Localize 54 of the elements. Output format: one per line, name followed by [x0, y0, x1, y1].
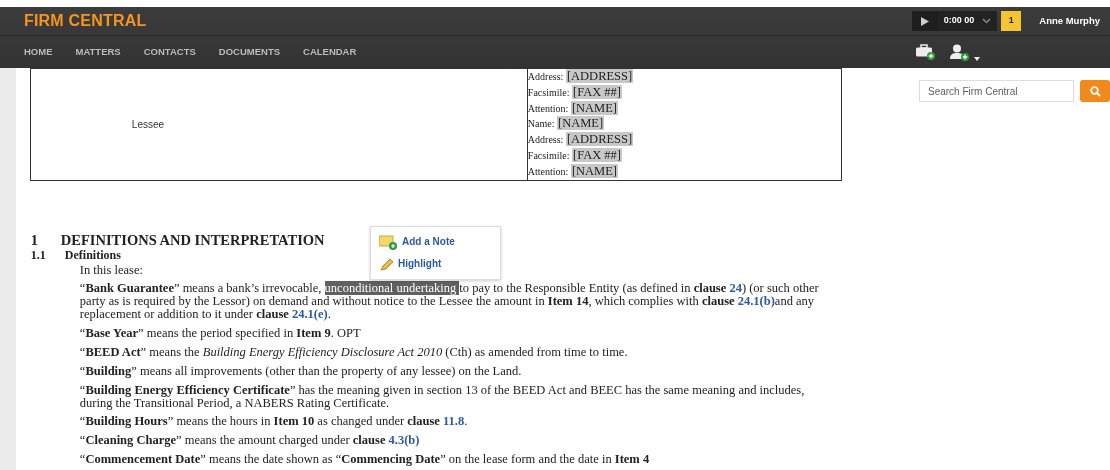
user-menu[interactable]: Anne Murphy — [1039, 13, 1100, 29]
clause-link[interactable]: 24 — [729, 281, 742, 296]
subsection-title: Definitions — [64, 247, 121, 262]
definition-paragraph: “Commencement Date” means the date shown as “Commencing Date” on the lease form and the date in Item 4 — [79, 452, 650, 466]
nav-link[interactable]: CALENDAR — [303, 44, 357, 60]
clause-link[interactable]: 24.1(b) — [737, 294, 775, 309]
definition-paragraph: “Base Year” means the period specified in Item 9. OPT — [79, 327, 361, 341]
search-icon — [1089, 85, 1101, 97]
field-value: [NAME] — [570, 163, 619, 178]
nav-link[interactable]: CONTACTS — [143, 44, 196, 60]
clause-link[interactable]: 24.1(e) — [291, 307, 328, 322]
play-icon — [920, 16, 929, 26]
menu-item[interactable]: Highlight — [371, 253, 500, 275]
clause-link[interactable]: 4.3(b) — [388, 433, 420, 448]
brand-logo[interactable]: FIRM CENTRAL — [0, 9, 147, 33]
definition-paragraph: “Building Hours” means the hours in Item 10 as changed under clause 11.8. — [79, 415, 468, 429]
briefcase-add-icon[interactable] — [916, 44, 937, 60]
subsection-number: 1.1 — [30, 247, 47, 262]
table-cell: Lessee — [30, 68, 528, 181]
search-field[interactable]: Search Firm Central — [919, 80, 1074, 102]
field-value: [NAME] — [557, 116, 605, 131]
definition-paragraph: “Building Energy Efficiency Certificate” has the meaning given in section 13 of the BEED Act and BEEC has the same meaning and includes, during the Transitional Period, a NABERS Rating Certificate. — [79, 383, 806, 410]
play-button[interactable] — [911, 11, 938, 31]
add-contact-menu[interactable] — [950, 43, 981, 61]
field-label: Name: — [527, 118, 555, 130]
definition-paragraph: In this lease: — [79, 263, 143, 277]
highlighter-icon — [379, 257, 394, 271]
field-label: Facsimile: — [527, 86, 570, 98]
definition-paragraph: “Bank Guarantee” means a bank’s irrevocable, unconditional undertaking to pay to the Responsible Entity (as defined in clause 24) (or such other party as is required by the Lessor) on demand and without notice to the Lessee the amount in Item 14, which complies with clause 24.1(b)and any replacement or addition to it under clause 24.1(e). — [79, 282, 820, 322]
field-label: Address: — [527, 71, 564, 82]
field-value: [ADDRESS] — [565, 69, 634, 83]
chevron-icon — [982, 18, 992, 24]
field-label: Address: — [527, 134, 564, 146]
nav-link[interactable]: MATTERS — [75, 44, 121, 60]
nav-link[interactable]: DOCUMENTS — [218, 44, 281, 60]
field-label: Attention: — [527, 102, 569, 114]
field-label: Facsimile: — [527, 150, 570, 161]
field-value: [NAME] — [570, 100, 619, 115]
nav-link[interactable]: HOME — [24, 44, 53, 60]
caret-icon — [974, 56, 981, 61]
field-value: [ADDRESS] — [565, 132, 634, 147]
note-add-icon — [379, 234, 398, 250]
definition-paragraph: “Cleaning Charge” means the amount charged under clause 4.3(b) — [79, 434, 420, 448]
menu-item[interactable]: Add a Note — [371, 231, 500, 253]
field-value: [FAX ##] — [572, 84, 623, 99]
definition-paragraph: “Building” means all improvements (other than the property of any lessee) on the Land. — [79, 364, 522, 378]
section-number: 1 — [30, 231, 40, 248]
definition-paragraph: “BEED Act” means the Building Energy Efficiency Disclosure Act 2010 (Cth) as amended from time to time. — [79, 345, 628, 359]
field-value: [FAX ##] — [572, 148, 623, 162]
notification-count[interactable]: 1 — [1001, 11, 1022, 31]
timer-dropdown[interactable]: 0:00 00 — [937, 11, 998, 31]
section-title: DEFINITIONS AND INTERPRETATION — [60, 231, 325, 248]
person-add-icon — [950, 43, 971, 61]
field-label: Attention: — [527, 165, 569, 177]
